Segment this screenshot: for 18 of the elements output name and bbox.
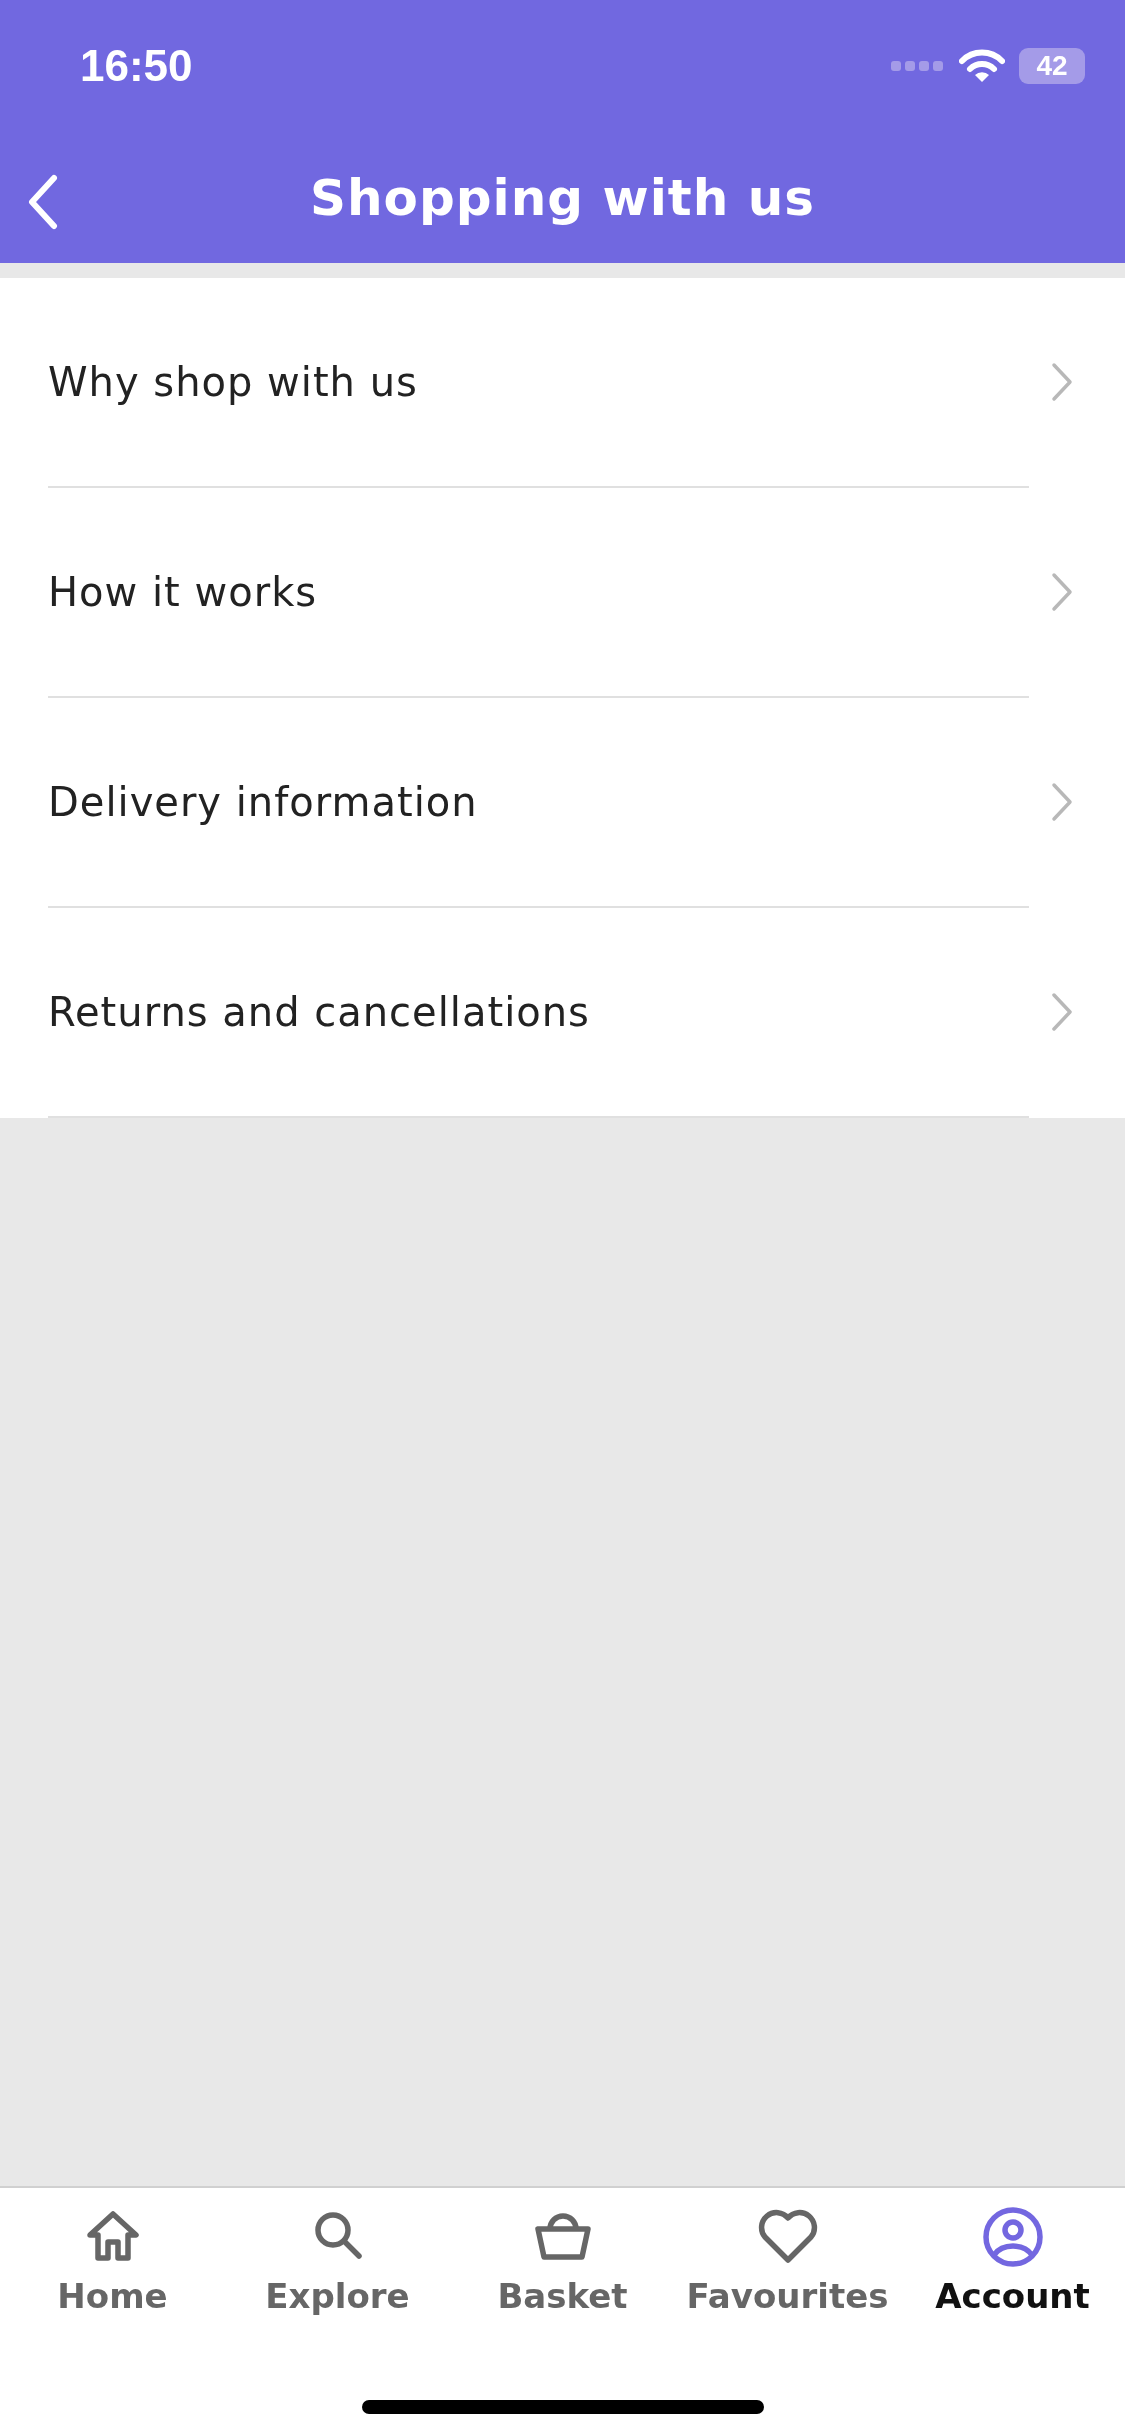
chevron-icon [1051,992,1073,1032]
menu-item[interactable]: Delivery information [48,698,1029,908]
tab[interactable]: Favourites [687,2202,888,2316]
tab[interactable]: Explore [237,2202,438,2316]
menu-item[interactable]: How it works [48,488,1029,698]
chevron-icon [1051,572,1073,612]
status-time: 16:50 [80,41,193,91]
menu-item[interactable]: Why shop with us [48,278,1029,488]
signal-icon [891,59,945,73]
menu-item[interactable]: Returns and cancellations [48,908,1029,1118]
chevron-icon [1051,782,1073,822]
header-title: Shopping with us [309,168,816,227]
tab[interactable]: Basket [462,2202,663,2316]
tab[interactable]: Account [912,2202,1113,2316]
wifi-icon [959,48,1005,84]
chevron-icon [1051,362,1073,402]
battery-icon: 42 [1019,48,1085,84]
tab[interactable]: Home [12,2202,213,2316]
